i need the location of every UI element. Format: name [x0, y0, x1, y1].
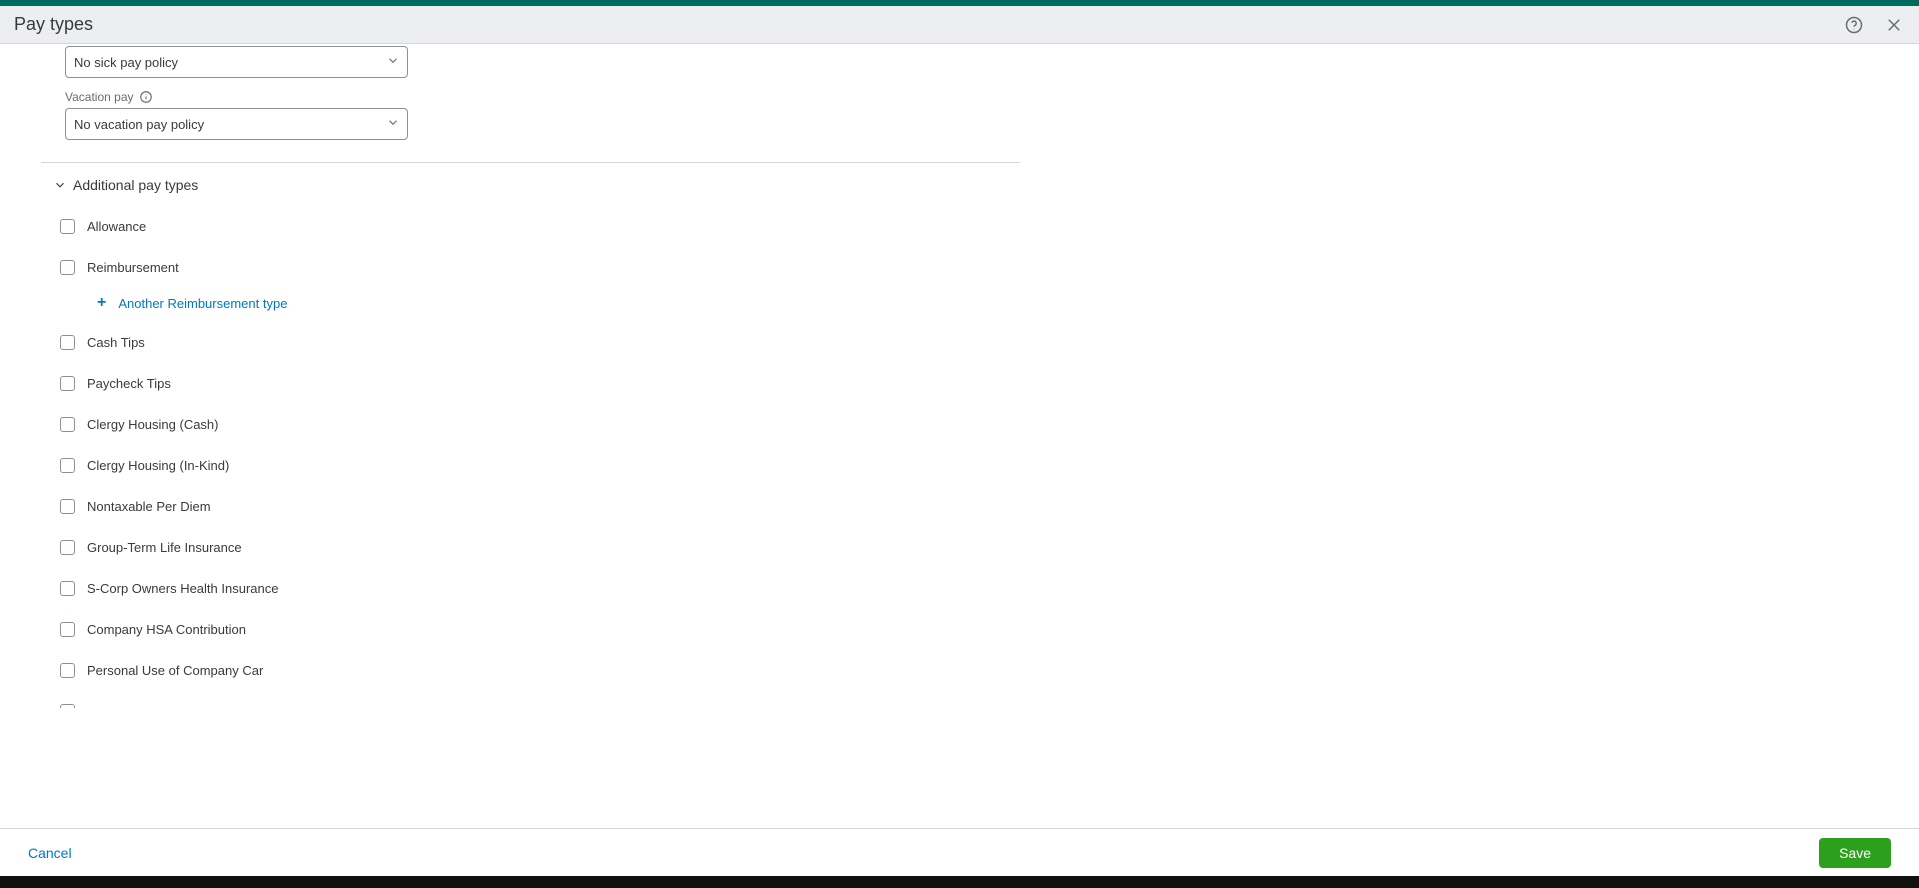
checkbox-clergy-cash[interactable] [60, 417, 75, 432]
close-button[interactable] [1883, 14, 1905, 36]
add-reimbursement-label: Another Reimbursement type [118, 296, 287, 311]
label-reimbursement: Reimbursement [87, 260, 179, 275]
section-title: Additional pay types [73, 177, 198, 193]
paytype-nontax-perdiem[interactable]: Nontaxable Per Diem [60, 499, 1020, 514]
checkbox-personal-car[interactable] [60, 663, 75, 678]
paytype-company-hsa[interactable]: Company HSA Contribution [60, 622, 1020, 637]
content-wrapper: No sick pay policy Vacation pay No vacat… [0, 44, 1919, 828]
checkbox-nontax-perdiem[interactable] [60, 499, 75, 514]
vacation-pay-select[interactable]: No vacation pay policy [65, 108, 408, 140]
section-divider [41, 162, 1020, 163]
checkbox-next-partial[interactable] [60, 704, 75, 708]
checkbox-allowance[interactable] [60, 219, 75, 234]
sick-pay-select[interactable]: No sick pay policy [65, 46, 408, 78]
checkbox-reimbursement[interactable] [60, 260, 75, 275]
label-scorp-health: S-Corp Owners Health Insurance [87, 581, 278, 596]
checkbox-clergy-inkind[interactable] [60, 458, 75, 473]
page-title: Pay types [14, 14, 93, 35]
checkbox-paycheck-tips[interactable] [60, 376, 75, 391]
paytype-allowance[interactable]: Allowance [60, 219, 1020, 234]
vacation-pay-label-row: Vacation pay [65, 90, 1020, 104]
label-group-term-life: Group-Term Life Insurance [87, 540, 242, 555]
section-additional-pay-types[interactable]: Additional pay types [53, 177, 1020, 193]
checkbox-cash-tips[interactable] [60, 335, 75, 350]
chevron-down-icon [53, 178, 67, 192]
paytype-paycheck-tips[interactable]: Paycheck Tips [60, 376, 1020, 391]
label-clergy-cash: Clergy Housing (Cash) [87, 417, 219, 432]
close-icon [1885, 16, 1903, 34]
paytype-scorp-health[interactable]: S-Corp Owners Health Insurance [60, 581, 1020, 596]
help-icon [1845, 16, 1863, 34]
checkbox-company-hsa[interactable] [60, 622, 75, 637]
add-reimbursement-type[interactable]: + Another Reimbursement type [97, 295, 1020, 311]
checkbox-scorp-health[interactable] [60, 581, 75, 596]
paytype-reimbursement[interactable]: Reimbursement [60, 260, 1020, 275]
label-cash-tips: Cash Tips [87, 335, 145, 350]
label-paycheck-tips: Paycheck Tips [87, 376, 171, 391]
scroll-area[interactable]: No sick pay policy Vacation pay No vacat… [0, 44, 1919, 828]
page-header: Pay types [0, 6, 1919, 44]
label-clergy-inkind: Clergy Housing (In-Kind) [87, 458, 229, 473]
paytype-group-term-life[interactable]: Group-Term Life Insurance [60, 540, 1020, 555]
os-taskbar-strip [0, 876, 1919, 888]
save-button[interactable]: Save [1819, 838, 1891, 868]
info-icon[interactable] [139, 90, 153, 104]
label-allowance: Allowance [87, 219, 146, 234]
checkbox-group-term-life[interactable] [60, 540, 75, 555]
paytype-personal-car[interactable]: Personal Use of Company Car [60, 663, 1020, 678]
page-footer: Cancel Save [0, 828, 1919, 876]
vacation-pay-label: Vacation pay [65, 90, 134, 104]
help-button[interactable] [1843, 14, 1865, 36]
plus-icon: + [97, 295, 106, 311]
paytype-cash-tips[interactable]: Cash Tips [60, 335, 1020, 350]
paytype-clergy-inkind[interactable]: Clergy Housing (In-Kind) [60, 458, 1020, 473]
form-column: No sick pay policy Vacation pay No vacat… [0, 44, 1020, 708]
sick-pay-value: No sick pay policy [65, 46, 408, 78]
paytype-clergy-cash[interactable]: Clergy Housing (Cash) [60, 417, 1020, 432]
label-nontax-perdiem: Nontaxable Per Diem [87, 499, 211, 514]
label-personal-car: Personal Use of Company Car [87, 663, 263, 678]
vacation-pay-value: No vacation pay policy [65, 108, 408, 140]
cancel-button[interactable]: Cancel [28, 845, 72, 861]
label-company-hsa: Company HSA Contribution [87, 622, 246, 637]
paytype-next-partial[interactable] [60, 704, 1020, 708]
header-actions [1843, 14, 1905, 36]
